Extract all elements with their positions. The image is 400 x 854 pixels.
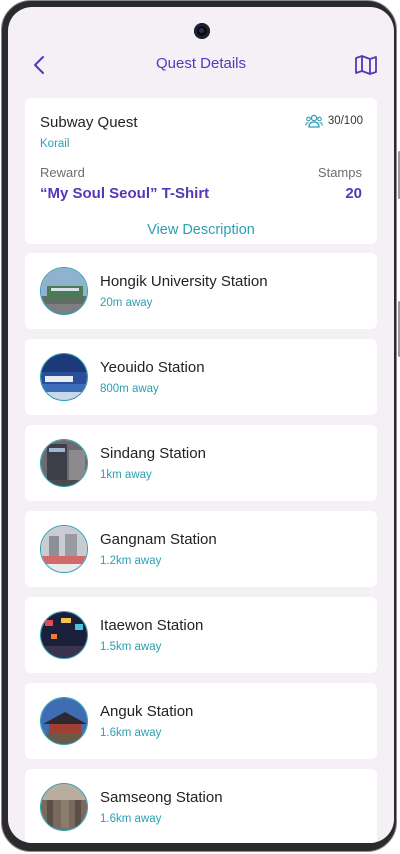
station-card-itaewon[interactable]: Itaewon Station 1.5km away: [25, 597, 377, 673]
station-distance: 1.2km away: [100, 555, 162, 567]
map-icon: [355, 55, 377, 75]
quest-name: Subway Quest: [40, 114, 138, 131]
users-icon: [305, 114, 323, 128]
station-name: Gangnam Station: [100, 531, 217, 548]
app-screen: Quest Details Subway Quest Korail 30/100…: [8, 7, 394, 843]
station-card-anguk[interactable]: Anguk Station 1.6km away: [25, 683, 377, 759]
station-photo: [40, 525, 88, 573]
station-card-samseong[interactable]: Samseong Station 1.6km away: [25, 769, 377, 843]
quest-organizer: Korail: [40, 138, 70, 150]
station-name: Hongik University Station: [100, 273, 268, 290]
app-header: Quest Details: [8, 45, 394, 85]
station-name: Sindang Station: [100, 445, 206, 462]
station-name: Itaewon Station: [100, 617, 204, 634]
stamps-label: Stamps: [317, 165, 362, 180]
station-name: Anguk Station: [100, 703, 194, 720]
station-photo: [40, 611, 88, 659]
station-name: Yeouido Station: [100, 359, 205, 376]
station-photo: [40, 697, 88, 745]
station-photo: [40, 267, 88, 315]
members-count: 30/100: [327, 115, 363, 127]
view-description-link[interactable]: View Description: [25, 222, 377, 238]
front-camera: [194, 23, 210, 39]
station-photo: [40, 353, 88, 401]
page-title: Quest Details: [155, 55, 247, 72]
members-counter: 30/100: [305, 114, 363, 128]
station-card-gangnam[interactable]: Gangnam Station 1.2km away: [25, 511, 377, 587]
station-distance: 1.6km away: [100, 813, 162, 825]
stamps-value: 20: [345, 185, 362, 202]
reward-label: Reward: [40, 165, 85, 180]
station-distance: 1km away: [100, 469, 152, 481]
station-photo: [40, 783, 88, 831]
station-photo: [40, 439, 88, 487]
quest-summary-card: Subway Quest Korail 30/100 Reward “My So…: [25, 98, 377, 244]
station-distance: 20m away: [100, 297, 153, 309]
map-button[interactable]: [352, 51, 380, 79]
phone-frame: Quest Details Subway Quest Korail 30/100…: [1, 0, 400, 852]
station-distance: 1.5km away: [100, 641, 162, 653]
reward-value: “My Soul Seoul” T-Shirt: [40, 185, 210, 202]
station-card-yeouido[interactable]: Yeouido Station 800m away: [25, 339, 377, 415]
station-distance: 1.6km away: [100, 727, 162, 739]
station-card-hongik[interactable]: Hongik University Station 20m away: [25, 253, 377, 329]
station-name: Samseong Station: [100, 789, 223, 806]
station-distance: 800m away: [100, 383, 159, 395]
station-card-sindang[interactable]: Sindang Station 1km away: [25, 425, 377, 501]
